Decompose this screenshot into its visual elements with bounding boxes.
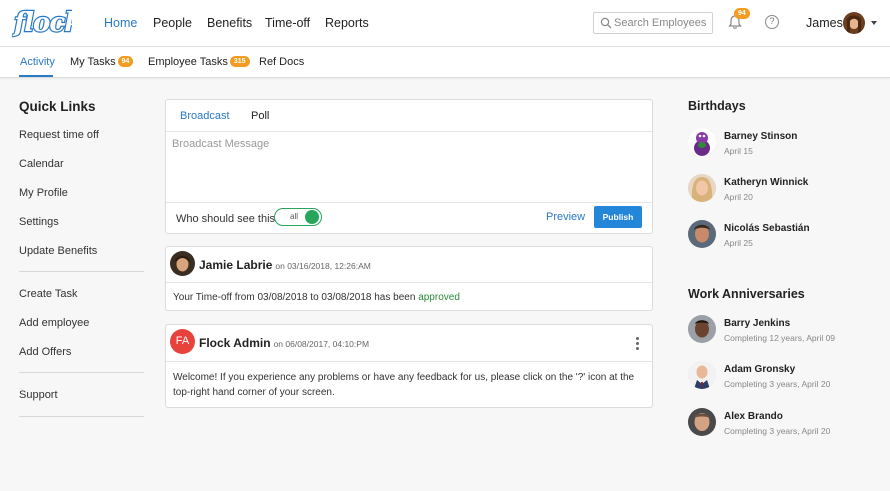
post-divider [166, 282, 652, 283]
more-options-icon[interactable] [636, 337, 640, 351]
preview-link[interactable]: Preview [546, 211, 585, 223]
anniversary-item[interactable]: Adam Gronsky Completing 3 years, April 2… [688, 361, 888, 391]
link-settings[interactable]: Settings [19, 216, 59, 228]
my-tasks-badge: 94 [117, 56, 134, 67]
top-navbar: flock Home People Benefits Time-off Repo… [0, 0, 890, 47]
person-avatar [688, 315, 716, 343]
person-name: Barney Stinson [724, 131, 798, 142]
post-date: on 06/08/2017, 04:10:PM [273, 339, 370, 349]
link-calendar[interactable]: Calendar [19, 158, 64, 170]
toggle-knob [305, 210, 319, 224]
tab-activity[interactable]: Activity [20, 56, 55, 68]
quick-links-divider [19, 271, 144, 272]
quick-links-divider [19, 416, 144, 417]
post-body-text: Your Time-off from 03/08/2018 to 03/08/2… [173, 292, 416, 303]
work-anniversaries-title: Work Anniversaries [688, 287, 805, 301]
link-my-profile[interactable]: My Profile [19, 187, 68, 199]
tab-ref-docs[interactable]: Ref Docs [259, 56, 304, 68]
flock-logo[interactable]: flock [12, 6, 72, 40]
person-name: Barry Jenkins [724, 318, 791, 329]
broadcast-tab-divider [166, 131, 652, 132]
user-avatar[interactable] [843, 12, 865, 34]
author-avatar [170, 251, 195, 276]
broadcast-message-input[interactable] [172, 138, 647, 198]
user-menu-caret-icon[interactable] [871, 21, 877, 25]
person-name: Katheryn Winnick [724, 177, 809, 188]
person-avatar [688, 174, 716, 202]
user-name[interactable]: James [806, 16, 843, 30]
audience-toggle[interactable]: all [274, 208, 322, 226]
notification-count-badge: 94 [734, 8, 750, 19]
author-avatar: FA [170, 329, 195, 354]
post-body-line: Welcome! If you experience any problems … [173, 372, 635, 383]
nav-people[interactable]: People [153, 16, 192, 30]
person-detail: Completing 3 years, April 20 [724, 426, 831, 436]
activity-post: FA Flock Admin on 06/08/2017, 04:10:PM We… [165, 324, 653, 408]
birthdays-title: Birthdays [688, 99, 746, 113]
link-request-time-off[interactable]: Request time off [19, 129, 99, 141]
person-avatar [688, 220, 716, 248]
person-date: April 15 [724, 146, 753, 156]
link-add-offers[interactable]: Add Offers [19, 346, 71, 358]
person-detail: Completing 3 years, April 20 [724, 379, 831, 389]
sub-navbar: Activity My Tasks 94 Employee Tasks 315 Re… [0, 47, 890, 78]
audience-value: all [290, 212, 299, 221]
approved-status: approved [418, 292, 460, 303]
quick-links-divider [19, 372, 144, 373]
person-date: April 20 [724, 192, 753, 202]
search-icon [600, 17, 612, 29]
anniversary-item[interactable]: Barry Jenkins Completing 12 years, April… [688, 315, 888, 345]
person-avatar [688, 408, 716, 436]
person-avatar [688, 128, 716, 156]
brand-logo-text: flock [12, 8, 72, 38]
audience-label: Who should see this? [176, 213, 282, 225]
nav-time-off[interactable]: Time-off [265, 16, 310, 30]
birthday-item[interactable]: Nicolás Sebastián April 25 [688, 220, 888, 250]
birthday-item[interactable]: Katheryn Winnick April 20 [688, 174, 888, 204]
tab-my-tasks-label: My Tasks [70, 56, 116, 68]
post-body-line: top-right hand corner of your screen. [173, 387, 335, 398]
nav-benefits[interactable]: Benefits [207, 16, 252, 30]
tab-broadcast[interactable]: Broadcast [180, 110, 230, 122]
help-icon[interactable]: ? [765, 15, 779, 29]
link-create-task[interactable]: Create Task [19, 288, 78, 300]
tab-employee-tasks[interactable]: Employee Tasks 315 [148, 56, 250, 68]
link-update-benefits[interactable]: Update Benefits [19, 245, 97, 257]
search-input[interactable] [614, 15, 710, 31]
person-avatar [688, 361, 716, 389]
link-support[interactable]: Support [19, 389, 58, 401]
post-header: Flock Admin on 06/08/2017, 04:10:PM [199, 336, 369, 350]
publish-button[interactable]: Publish [594, 206, 642, 228]
employee-search[interactable] [593, 12, 713, 34]
person-date: April 25 [724, 238, 753, 248]
anniversary-item[interactable]: Alex Brando Completing 3 years, April 20 [688, 408, 888, 438]
tab-poll[interactable]: Poll [251, 110, 269, 122]
broadcast-footer-divider [166, 202, 652, 203]
person-name: Nicolás Sebastián [724, 223, 810, 234]
person-name: Alex Brando [724, 411, 783, 422]
nav-reports[interactable]: Reports [325, 16, 369, 30]
person-detail: Completing 12 years, April 09 [724, 333, 836, 343]
link-add-employee[interactable]: Add employee [19, 317, 89, 329]
post-body: Welcome! If you experience any problems … [173, 370, 649, 400]
birthday-item[interactable]: Barney Stinson April 15 [688, 128, 888, 158]
post-divider [166, 361, 652, 362]
activity-post: Jamie Labrie on 03/16/2018, 12:26:AM Your… [165, 246, 653, 311]
post-author[interactable]: Flock Admin [199, 336, 271, 350]
employee-tasks-badge: 315 [229, 56, 250, 67]
active-tab-indicator [19, 75, 53, 77]
tab-my-tasks[interactable]: My Tasks 94 [70, 56, 134, 68]
post-body: Your Time-off from 03/08/2018 to 03/08/2… [173, 290, 460, 305]
nav-home[interactable]: Home [104, 16, 137, 30]
person-name: Adam Gronsky [724, 364, 796, 375]
post-date: on 03/16/2018, 12:26:AM [275, 261, 371, 271]
post-author[interactable]: Jamie Labrie [199, 258, 272, 272]
tab-employee-tasks-label: Employee Tasks [148, 56, 228, 68]
post-header: Jamie Labrie on 03/16/2018, 12:26:AM [199, 258, 371, 272]
quick-links-title: Quick Links [19, 99, 96, 114]
broadcast-card: Broadcast Poll Who should see this? all … [165, 99, 653, 234]
